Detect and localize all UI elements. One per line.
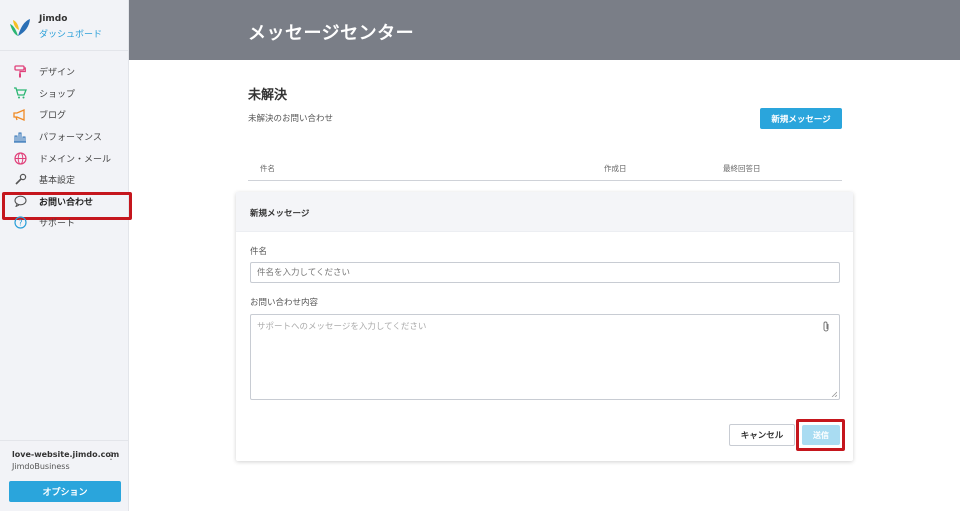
dashboard-link[interactable]: ダッシュボード	[39, 27, 102, 40]
sidebar-item-shop[interactable]: ショップ	[0, 83, 128, 105]
sidebar-item-label: お問い合わせ	[39, 197, 94, 208]
sidebar-item-label: サポート	[39, 219, 76, 230]
sidebar-item-performance[interactable]: パフォーマンス	[0, 126, 128, 148]
section-subtitle: 未解決のお問い合わせ	[248, 114, 334, 124]
svg-text:?: ?	[18, 219, 22, 228]
card-title: 新規メッセージ	[236, 192, 853, 232]
body-label: お問い合わせ内容	[250, 298, 319, 308]
sidebar-item-design[interactable]: デザイン	[0, 61, 128, 83]
wrench-icon	[12, 173, 28, 187]
table-header: 件名 作成日 最終回答日	[248, 152, 842, 181]
megaphone-icon	[12, 108, 28, 122]
bar-chart-icon	[12, 130, 28, 144]
column-last-reply[interactable]: 最終回答日	[723, 163, 761, 174]
site-plan: JimdoBusiness	[12, 462, 70, 471]
cart-icon	[12, 86, 28, 100]
chat-bubble-icon	[12, 194, 28, 208]
option-button[interactable]: オプション	[9, 481, 121, 502]
brand[interactable]: Jimdo ダッシュボード	[0, 0, 128, 51]
sidebar-item-domain-mail[interactable]: ドメイン・メール	[0, 147, 128, 169]
section-title: 未解決	[248, 88, 288, 103]
sidebar-item-label: パフォーマンス	[39, 133, 102, 144]
page-header: メッセージセンター	[129, 0, 960, 60]
resize-handle-icon[interactable]	[831, 391, 837, 397]
body-textarea[interactable]: サポートへのメッセージを入力してください	[250, 314, 840, 400]
column-created[interactable]: 作成日	[604, 163, 627, 174]
jimdo-logo-icon	[10, 19, 30, 36]
new-message-card: 新規メッセージ 件名 お問い合わせ内容 サポートへのメッセージを入力してください…	[236, 192, 853, 461]
globe-icon	[12, 151, 28, 165]
sidebar: Jimdo ダッシュボード デザイン ショップ ブログ パフォーマンス ドメイン…	[0, 0, 132, 511]
sidebar-item-label: デザイン	[39, 68, 76, 79]
sidebar-nav: デザイン ショップ ブログ パフォーマンス ドメイン・メール 基本設定 お問い合…	[0, 61, 132, 234]
sidebar-item-label: ショップ	[39, 89, 76, 100]
sidebar-item-contact[interactable]: お問い合わせ	[0, 191, 132, 220]
body-placeholder: サポートへのメッセージを入力してください	[257, 322, 427, 332]
site-info: love-website.jimdo.com JimdoBusiness ⋮	[0, 440, 128, 471]
column-subject[interactable]: 件名	[260, 163, 275, 174]
subject-input[interactable]	[250, 262, 840, 283]
sidebar-item-settings[interactable]: 基本設定	[0, 169, 128, 191]
sidebar-item-blog[interactable]: ブログ	[0, 104, 128, 126]
sidebar-item-support[interactable]: ? サポート	[0, 212, 128, 234]
subject-label: 件名	[250, 247, 268, 257]
paint-roller-icon	[12, 65, 28, 79]
sidebar-item-label: ブログ	[39, 111, 67, 122]
page-title: メッセージセンター	[248, 23, 415, 44]
sidebar-item-label: 基本設定	[39, 176, 76, 187]
sidebar-item-label: ドメイン・メール	[39, 154, 112, 165]
brand-name: Jimdo	[39, 14, 68, 24]
cancel-button[interactable]: キャンセル	[729, 424, 795, 446]
more-vertical-icon[interactable]: ⋮	[106, 452, 116, 462]
send-button[interactable]: 送信	[802, 425, 840, 445]
paperclip-icon[interactable]	[821, 321, 831, 333]
send-button-highlight: 送信	[796, 419, 845, 451]
new-message-button[interactable]: 新規メッセージ	[760, 108, 842, 129]
help-circle-icon: ?	[12, 216, 28, 230]
